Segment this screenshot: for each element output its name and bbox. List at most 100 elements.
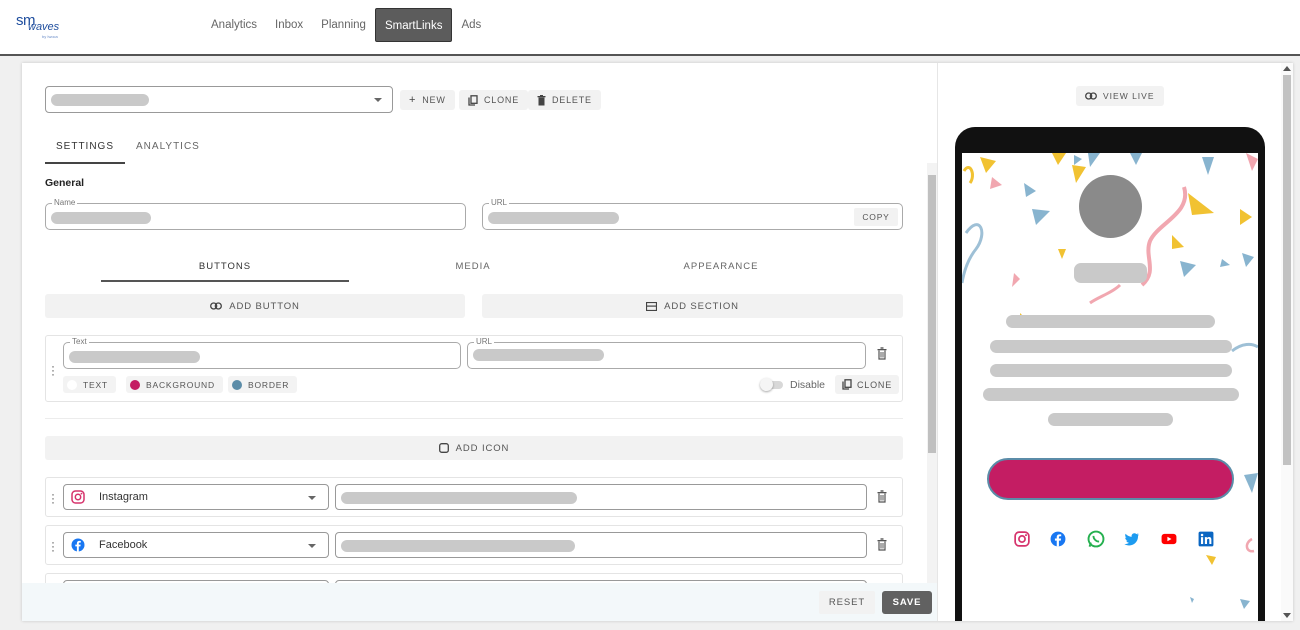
main-tabs: SETTINGS ANALYTICS <box>45 131 211 164</box>
general-section-title: General <box>45 177 85 189</box>
nav-item-planning[interactable]: Planning <box>312 8 375 42</box>
social-row-instagram: · · · Instagram <box>45 477 903 517</box>
button-text-label: Text <box>70 337 89 346</box>
plus-icon: + <box>409 94 417 106</box>
facebook-icon <box>71 538 85 552</box>
scrollbar-thumb[interactable] <box>928 175 936 453</box>
facebook-url-field[interactable] <box>335 532 867 558</box>
page-scrollbar[interactable] <box>1281 63 1293 621</box>
editor-scrollbar[interactable] <box>927 163 937 583</box>
background-color-chip[interactable]: BACKGROUND <box>126 376 223 393</box>
clone-row-label: CLONE <box>857 379 893 390</box>
copy-icon <box>842 379 852 390</box>
button-url-field[interactable]: URL <box>467 337 866 369</box>
add-section-label: ADD SECTION <box>664 300 739 312</box>
view-live-button[interactable]: VIEW LIVE <box>1076 86 1164 106</box>
linkedin-icon[interactable] <box>1198 531 1214 547</box>
delete-button-label: DELETE <box>552 95 592 105</box>
border-color-swatch <box>232 379 242 390</box>
button-text-field[interactable]: Text <box>63 337 461 369</box>
scroll-up-icon[interactable] <box>1283 66 1291 71</box>
top-navigation-bar: sm waves by Iwoca Analytics Inbox Planni… <box>0 0 1300 56</box>
clone-row-button[interactable]: CLONE <box>835 375 900 394</box>
facebook-icon[interactable] <box>1050 531 1066 547</box>
nav-item-inbox[interactable]: Inbox <box>266 8 312 42</box>
tab-settings[interactable]: SETTINGS <box>45 131 126 164</box>
editor-footer <box>22 583 937 621</box>
profile-avatar <box>1079 175 1142 238</box>
drag-handle-icon[interactable]: · · · <box>51 360 57 380</box>
smartlink-select[interactable] <box>45 86 393 113</box>
text-color-chip[interactable]: TEXT <box>63 376 116 393</box>
nav-item-ads[interactable]: Ads <box>452 8 490 42</box>
tab-buttons[interactable]: BUTTONS <box>101 253 349 282</box>
twitter-icon[interactable] <box>1124 531 1140 547</box>
phone-preview-frame <box>955 127 1265 621</box>
new-button[interactable]: + NEW <box>400 90 455 110</box>
delete-row-icon[interactable] <box>877 490 887 506</box>
add-icon-button[interactable]: ADD ICON <box>45 436 903 460</box>
border-color-chip[interactable]: BORDER <box>228 376 298 393</box>
save-button[interactable]: SAVE <box>882 591 932 614</box>
preview-placeholder <box>1048 413 1173 426</box>
button-config-row: · · · Text URL TEXT BACKGROUND BORDER Di… <box>45 335 903 402</box>
preview-link-button[interactable] <box>987 458 1234 500</box>
link-icon <box>1085 92 1097 100</box>
add-icon-label: ADD ICON <box>455 442 510 454</box>
youtube-icon[interactable] <box>1161 531 1177 547</box>
trash-icon <box>537 94 546 105</box>
toggle-knob <box>760 378 773 391</box>
border-color-label: BORDER <box>248 379 290 390</box>
logo-text-sub: waves <box>28 21 60 33</box>
phone-preview-screen <box>962 153 1258 621</box>
copy-url-button[interactable]: COPY <box>854 208 898 226</box>
platform-select-instagram[interactable]: Instagram <box>63 484 329 510</box>
add-button-button[interactable]: ADD BUTTON <box>45 294 465 318</box>
social-row-facebook: · · · Facebook <box>45 525 903 565</box>
add-section-button[interactable]: ADD SECTION <box>482 294 903 318</box>
scrollbar-thumb[interactable] <box>1283 75 1291 465</box>
disable-toggle[interactable] <box>760 378 783 391</box>
tab-media[interactable]: MEDIA <box>349 253 597 282</box>
logo-text-tag: by Iwoca <box>42 34 58 39</box>
smartlink-editor-card: + NEW CLONE DELETE SETTINGS ANALYTICS Ge… <box>22 63 1293 621</box>
add-button-label: ADD BUTTON <box>229 300 300 312</box>
preview-placeholder <box>983 388 1239 401</box>
preview-placeholder <box>990 340 1232 353</box>
tab-appearance[interactable]: APPEARANCE <box>597 253 845 282</box>
name-field[interactable]: Name <box>45 198 466 230</box>
redacted-value <box>51 212 151 224</box>
clone-button[interactable]: CLONE <box>459 90 529 110</box>
platform-select-facebook[interactable]: Facebook <box>63 532 329 558</box>
text-color-label: TEXT <box>83 379 108 390</box>
redacted-value <box>51 94 149 106</box>
section-icon <box>646 301 658 311</box>
text-color-swatch <box>67 379 77 390</box>
link-icon <box>210 302 223 310</box>
instagram-icon <box>71 490 85 504</box>
main-nav: Analytics Inbox Planning SmartLinks Ads <box>202 8 490 42</box>
whatsapp-icon[interactable] <box>1087 530 1105 548</box>
delete-button[interactable]: DELETE <box>528 90 601 110</box>
nav-item-smartlinks[interactable]: SmartLinks <box>374 8 453 42</box>
reset-button[interactable]: RESET <box>819 591 875 614</box>
nav-item-analytics[interactable]: Analytics <box>202 8 266 42</box>
drag-handle-icon[interactable]: · · · <box>51 488 57 508</box>
url-field-label: URL <box>489 198 510 207</box>
instagram-url-field[interactable] <box>335 484 867 510</box>
background-color-swatch <box>130 379 140 390</box>
instagram-icon[interactable] <box>1014 531 1030 547</box>
preview-placeholder <box>1074 263 1147 283</box>
section-divider <box>45 418 903 419</box>
new-button-label: NEW <box>422 95 446 105</box>
scroll-down-icon[interactable] <box>1283 613 1291 618</box>
chevron-down-icon <box>308 544 316 548</box>
url-field[interactable]: URL COPY <box>482 198 903 230</box>
app-logo[interactable]: sm waves by Iwoca <box>16 12 68 42</box>
chevron-down-icon <box>308 496 316 500</box>
redacted-value <box>341 492 577 504</box>
delete-row-icon[interactable] <box>877 538 887 554</box>
tab-analytics[interactable]: ANALYTICS <box>125 131 211 164</box>
drag-handle-icon[interactable]: · · · <box>51 536 57 556</box>
delete-row-icon[interactable] <box>877 347 887 363</box>
